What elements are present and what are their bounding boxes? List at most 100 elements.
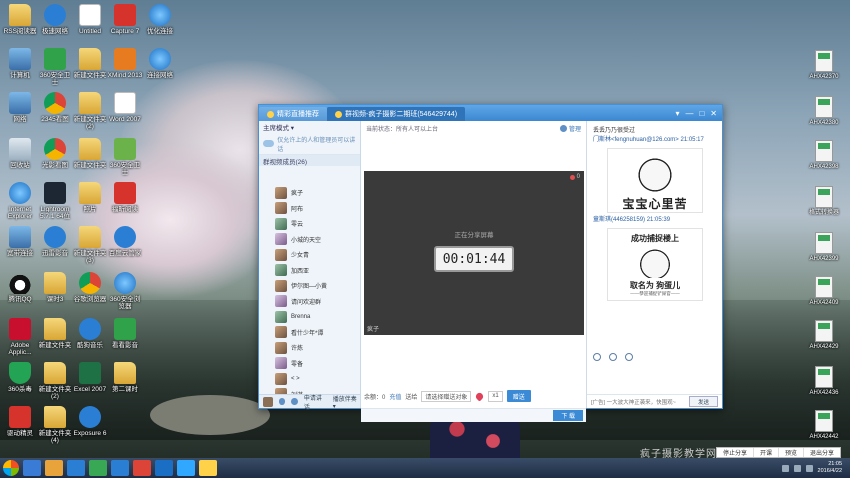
desktop-file-icon[interactable]: 格式转换器: [804, 186, 844, 217]
taskbar-app-icon[interactable]: [177, 460, 195, 476]
sticker-image[interactable]: 宝宝心里苦: [607, 148, 703, 213]
member-list-item[interactable]: 零备: [259, 356, 360, 372]
desktop-icon[interactable]: Internet Explorer: [2, 182, 38, 220]
desktop-icon[interactable]: RSS阅读器: [2, 4, 38, 35]
desktop-icon[interactable]: 看看影音: [107, 318, 143, 349]
minimize-icon[interactable]: —: [685, 109, 693, 118]
taskbar-app-icon[interactable]: [111, 460, 129, 476]
member-list-item[interactable]: 阿布: [259, 201, 360, 217]
desktop-icon[interactable]: 第二课时: [107, 362, 143, 393]
desktop-file-icon[interactable]: AHX42442: [804, 410, 844, 441]
taskbar-app-icon[interactable]: [89, 460, 107, 476]
desktop-file-icon[interactable]: AHX42399: [804, 232, 844, 263]
desktop-icon[interactable]: 新建文件夹: [72, 138, 108, 169]
desktop-icon[interactable]: 宽带连接: [2, 226, 38, 257]
desktop-file-icon[interactable]: AHX42370: [804, 50, 844, 81]
member-list-item[interactable]: 伊尔图—小黄: [259, 278, 360, 294]
member-list-item[interactable]: 请问欢迎群: [259, 294, 360, 310]
desktop-file-icon[interactable]: AHX42436: [804, 366, 844, 397]
taskbar-app-icon[interactable]: [155, 460, 173, 476]
tab-group-video[interactable]: 群视频-疯子摄影二期班(546429744): [327, 107, 466, 121]
desktop-icon[interactable]: 酷狗音乐: [72, 318, 108, 349]
clock[interactable]: 21:05 2016/4/22: [818, 461, 842, 475]
desktop-icon[interactable]: Word 2007: [107, 92, 143, 123]
emoji-icon[interactable]: [593, 353, 601, 361]
message-sender[interactable]: 童斯琪(446258159): [593, 217, 645, 223]
member-list-item[interactable]: 许炼: [259, 340, 360, 356]
maximize-icon[interactable]: □: [699, 109, 704, 118]
desktop-icon[interactable]: 福昕阅读: [107, 182, 143, 213]
start-class-button[interactable]: 开课: [754, 448, 780, 457]
gift-button[interactable]: 赠送: [506, 390, 531, 402]
gift-target-select[interactable]: 请选择赠送对象: [421, 390, 472, 402]
member-list-item[interactable]: < >: [259, 371, 360, 387]
chat-input[interactable]: [广告] 一大波大神正袭来，快围观~: [591, 398, 676, 406]
desktop-icon[interactable]: Exposure 6: [72, 406, 108, 437]
video-area[interactable]: 0 正在分享屏幕 00:01:44 疯子: [364, 171, 584, 335]
exit-share-button[interactable]: 退出分享: [804, 448, 840, 457]
desktop-file-icon[interactable]: AHX42429: [804, 320, 844, 351]
desktop-icon[interactable]: 360杀毒: [2, 362, 38, 393]
desktop-file-icon[interactable]: AHX42409: [804, 276, 844, 307]
desktop-icon[interactable]: Capture 7: [107, 4, 143, 35]
recharge-link[interactable]: 充值: [389, 392, 401, 401]
desktop-icon[interactable]: 优化连接: [142, 4, 178, 35]
desktop-icon[interactable]: 360安全卫士: [107, 138, 143, 176]
preview-button[interactable]: 预览: [779, 448, 805, 457]
desktop-icon[interactable]: 新建文件夹: [37, 318, 73, 349]
desktop-icon[interactable]: 360安全卫士: [37, 48, 73, 86]
desktop-icon[interactable]: Lightroom 5.7.1 64位: [37, 182, 73, 220]
desktop-icon[interactable]: 新建文件夹 (4): [37, 406, 73, 444]
message-sender[interactable]: 门斯林<fengnuhuan@126.com>: [593, 137, 679, 143]
desktop-file-icon[interactable]: AHX42380: [804, 96, 844, 127]
member-list-item[interactable]: 疯子: [259, 185, 360, 201]
desktop-icon[interactable]: 360安全浏览器: [107, 272, 143, 310]
speaker-icon[interactable]: [291, 398, 298, 405]
desktop-icon[interactable]: 新建文件夹 (2): [37, 362, 73, 400]
member-list-item[interactable]: Brenna: [259, 309, 360, 325]
sticker-image[interactable]: 成功捕捉楼上 取名为 狗蛋儿 ——恭迎捕捉铲屎官——: [607, 228, 703, 301]
download-button[interactable]: 下 载: [553, 410, 583, 421]
start-button[interactable]: [3, 460, 19, 476]
heart-icon[interactable]: [474, 390, 485, 402]
desktop-icon[interactable]: 新建文件夹: [72, 48, 108, 79]
desktop-icon[interactable]: 2345看图: [37, 92, 73, 123]
desktop-icon[interactable]: 计算机: [2, 48, 38, 79]
microphone-icon[interactable]: [278, 398, 286, 405]
desktop-icon[interactable]: 连接网络: [142, 48, 178, 79]
desktop-icon[interactable]: 照片: [72, 182, 108, 213]
volume-icon[interactable]: [805, 464, 813, 472]
desktop-file-icon[interactable]: AHX42398: [804, 140, 844, 171]
manage-button[interactable]: 管理: [559, 124, 581, 133]
desktop-icon[interactable]: 驱动精灵: [2, 406, 38, 437]
mode-selector[interactable]: 主席模式 ▾: [259, 121, 360, 133]
member-list-item[interactable]: 少女青: [259, 247, 360, 263]
member-list-item[interactable]: 小城的天空: [259, 232, 360, 248]
apply-speak-button[interactable]: 申请讲话: [304, 393, 327, 411]
member-list-item[interactable]: 看什少年*谭: [259, 325, 360, 341]
desktop-icon[interactable]: Excel 2007: [72, 362, 108, 393]
image-icon[interactable]: [625, 353, 633, 361]
desktop-icon[interactable]: 百度云管家: [107, 226, 143, 257]
member-list-item[interactable]: 零云: [259, 216, 360, 232]
taskbar-app-icon[interactable]: [45, 460, 63, 476]
desktop-icon[interactable]: Untitled: [72, 4, 108, 35]
desktop-icon[interactable]: 课时3: [37, 272, 73, 303]
menu-icon[interactable]: ▾: [675, 109, 679, 118]
desktop-icon[interactable]: 回收站: [2, 138, 38, 169]
taskbar-app-icon[interactable]: [133, 460, 151, 476]
stop-share-button[interactable]: 停止分享: [717, 448, 755, 457]
desktop-icon[interactable]: XMind 2013: [107, 48, 143, 79]
close-icon[interactable]: ✕: [710, 109, 717, 118]
desktop-icon[interactable]: 腾讯QQ: [2, 272, 38, 303]
tray-icon[interactable]: [781, 464, 789, 472]
member-list-item[interactable]: 加西亚: [259, 263, 360, 279]
desktop-icon[interactable]: Adobe Applic...: [2, 318, 38, 356]
taskbar-app-icon[interactable]: [23, 460, 41, 476]
desktop-icon[interactable]: 迅雷影音: [37, 226, 73, 257]
tab-live-recommend[interactable]: 精彩直播推荐: [259, 107, 327, 121]
desktop-icon[interactable]: 新建文件夹 (3): [72, 226, 108, 264]
desktop-icon[interactable]: 极速网络: [37, 4, 73, 35]
send-button[interactable]: 发送: [688, 396, 718, 407]
desktop-icon[interactable]: 光影看图: [37, 138, 73, 169]
